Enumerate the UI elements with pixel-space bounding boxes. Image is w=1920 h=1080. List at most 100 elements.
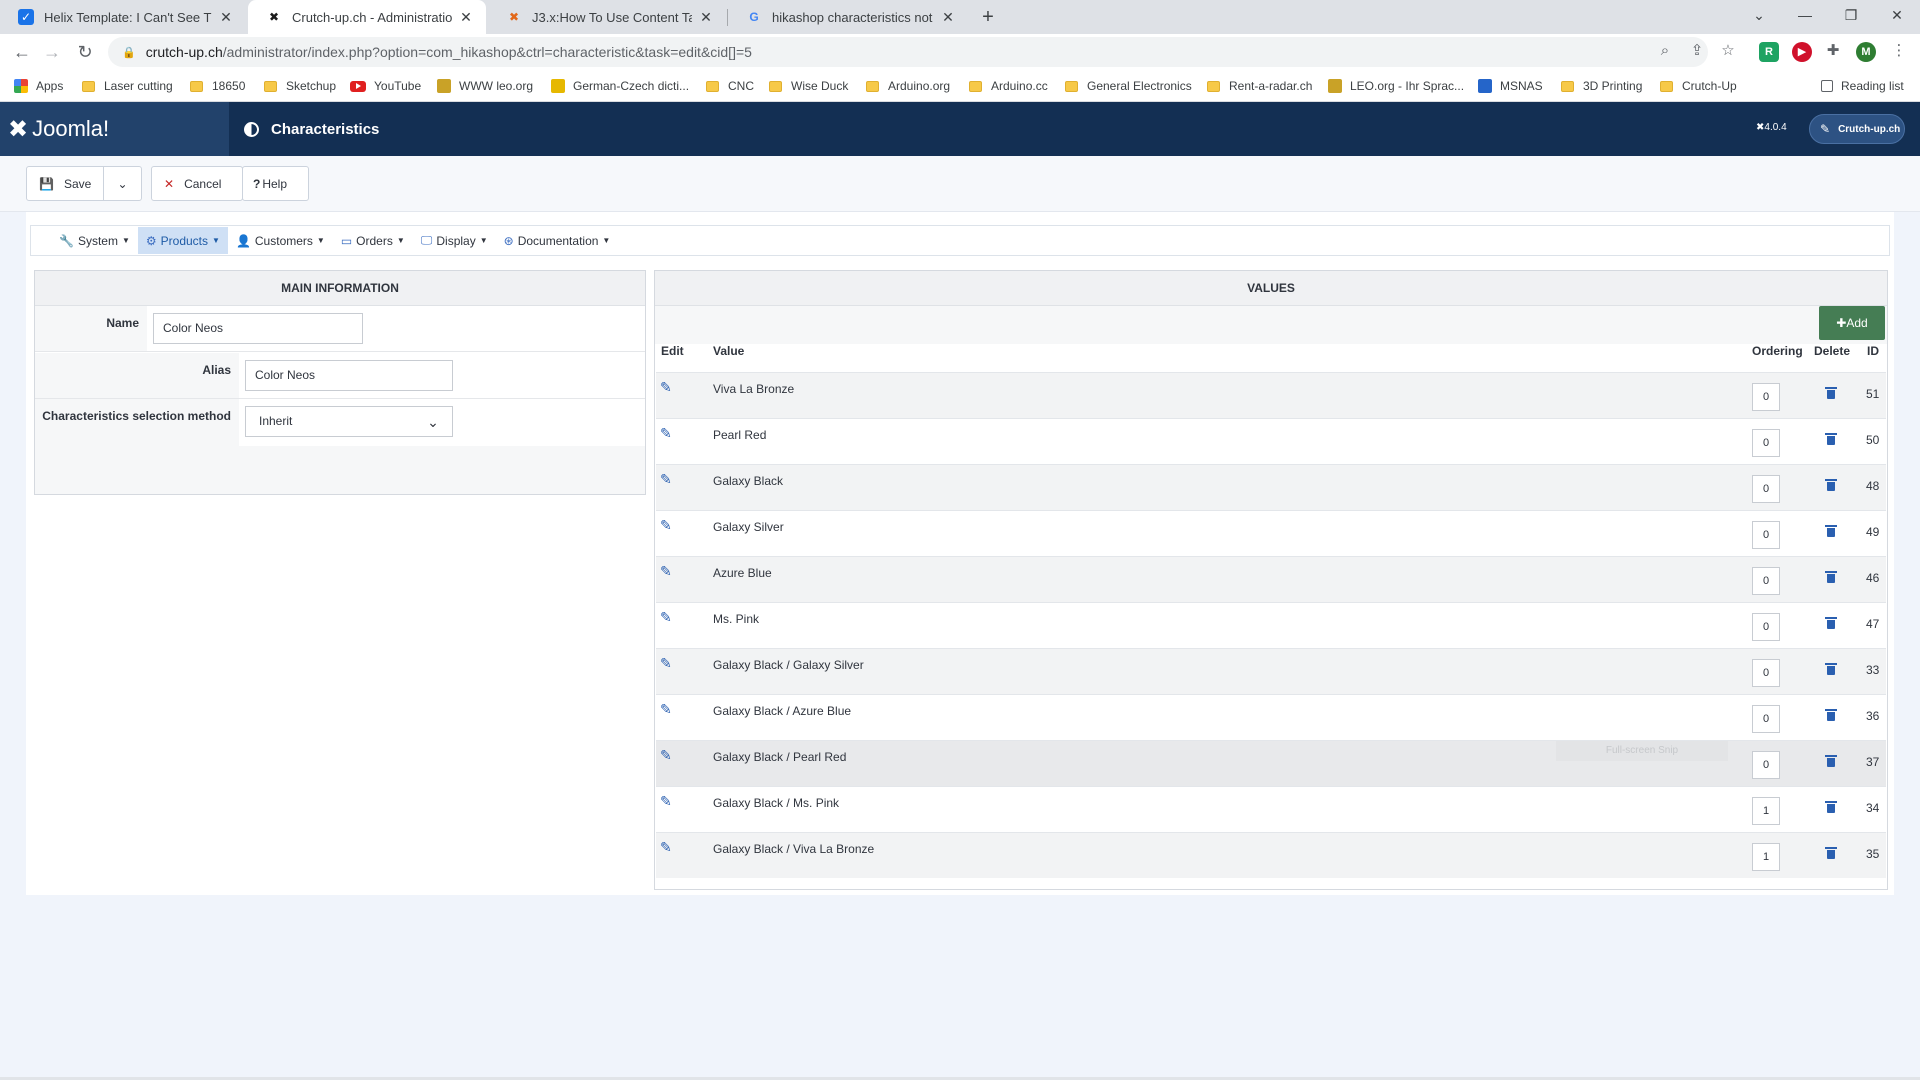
column-ordering[interactable]: Ordering [1752, 344, 1803, 358]
edit-pencil-icon[interactable]: ✎ [660, 701, 672, 718]
extension-r-icon[interactable]: R [1759, 42, 1779, 62]
value-id: 50 [1866, 433, 1880, 447]
browser-tab-google-search[interactable]: G hikashop characteristics not show ✕ [728, 0, 968, 34]
cancel-button[interactable]: ✕ Cancel [151, 166, 243, 201]
view-site-button[interactable]: ✎ Crutch-up.ch [1809, 114, 1905, 144]
browser-tab-helix[interactable]: ✓ Helix Template: I Can't See The N ✕ [0, 0, 246, 34]
bookmark-folder[interactable]: Rent-a-radar.ch [1207, 77, 1312, 95]
profile-avatar[interactable]: M [1856, 42, 1876, 62]
bookmark-leo-sprache[interactable]: LEO.org - Ihr Sprac... [1328, 77, 1464, 95]
column-edit: Edit [661, 344, 684, 358]
trash-icon[interactable] [1825, 801, 1837, 813]
close-tab-icon[interactable]: ✕ [940, 9, 956, 26]
trash-icon[interactable] [1825, 847, 1837, 859]
bookmark-msnas[interactable]: MSNAS [1478, 77, 1543, 95]
edit-pencil-icon[interactable]: ✎ [660, 563, 672, 580]
bookmark-folder[interactable]: 18650 [190, 77, 245, 95]
close-tab-icon[interactable]: ✕ [218, 9, 234, 26]
forward-arrow-icon[interactable]: → [38, 38, 66, 66]
ordering-input[interactable]: 0 [1752, 613, 1780, 641]
trash-icon[interactable] [1825, 755, 1837, 767]
share-icon[interactable]: ⇪ [1684, 38, 1710, 64]
edit-pencil-icon[interactable]: ✎ [660, 747, 672, 764]
tab-search-icon[interactable]: ⌄ [1736, 0, 1782, 30]
bookmark-folder[interactable]: Crutch-Up [1660, 77, 1737, 95]
bookmark-dictionary[interactable]: German-Czech dicti... [551, 77, 689, 95]
edit-pencil-icon[interactable]: ✎ [660, 517, 672, 534]
ordering-input[interactable]: 0 [1752, 659, 1780, 687]
folder-icon [866, 80, 879, 92]
table-row: ✎ Ms. Pink 0 47 [656, 602, 1886, 648]
bookmark-folder[interactable]: Arduino.cc [969, 77, 1048, 95]
edit-pencil-icon[interactable]: ✎ [660, 471, 672, 488]
bookmark-folder[interactable]: Arduino.org [866, 77, 950, 95]
trash-icon[interactable] [1825, 433, 1837, 445]
folder-icon [1207, 80, 1220, 92]
address-bar[interactable]: 🔒 crutch-up.ch/administrator/index.php?o… [108, 37, 1708, 67]
bookmark-folder[interactable]: Wise Duck [769, 77, 848, 95]
edit-pencil-icon[interactable]: ✎ [660, 609, 672, 626]
edit-pencil-icon[interactable]: ✎ [660, 839, 672, 856]
new-tab-button[interactable]: + [974, 4, 1002, 30]
bookmark-folder[interactable]: CNC [706, 77, 754, 95]
reading-list[interactable]: Reading list [1821, 77, 1904, 95]
close-tab-icon[interactable]: ✕ [458, 9, 474, 26]
name-input[interactable]: Color Neos [153, 313, 363, 344]
extensions-puzzle-icon[interactable]: ✚ [1820, 38, 1846, 64]
menu-customers[interactable]: 👤 Customers ▼ [228, 227, 333, 254]
trash-icon[interactable] [1825, 617, 1837, 629]
bookmark-star-icon[interactable]: ☆ [1715, 38, 1741, 64]
menu-documentation[interactable]: ⊛ Documentation ▼ [496, 227, 619, 254]
column-id[interactable]: ID [1867, 344, 1879, 358]
ordering-input[interactable]: 0 [1752, 429, 1780, 457]
bookmark-folder[interactable]: Laser cutting [82, 77, 173, 95]
bookmark-folder[interactable]: Sketchup [264, 77, 336, 95]
ordering-input[interactable]: 0 [1752, 475, 1780, 503]
browser-tab-crutch-admin[interactable]: ✖ Crutch-up.ch - Administration - C ✕ [248, 0, 486, 34]
joomla-logo[interactable]: ✖ Joomla! [0, 102, 229, 156]
ordering-input[interactable]: 0 [1752, 567, 1780, 595]
zoom-icon[interactable]: ⌕ [1652, 38, 1678, 64]
ordering-input[interactable]: 0 [1752, 383, 1780, 411]
ordering-input[interactable]: 0 [1752, 521, 1780, 549]
edit-pencil-icon[interactable]: ✎ [660, 425, 672, 442]
trash-icon[interactable] [1825, 571, 1837, 583]
trash-icon[interactable] [1825, 479, 1837, 491]
menu-system[interactable]: 🔧 System ▼ [51, 227, 138, 254]
menu-orders[interactable]: ▭ Orders ▼ [333, 227, 413, 254]
reload-icon[interactable]: ↻ [71, 38, 99, 66]
bookmark-leo[interactable]: WWW leo.org [437, 77, 533, 95]
minimize-icon[interactable]: — [1782, 0, 1828, 30]
help-button[interactable]: ? Help [242, 166, 309, 201]
ordering-input[interactable]: 1 [1752, 797, 1780, 825]
ordering-input[interactable]: 0 [1752, 751, 1780, 779]
edit-pencil-icon[interactable]: ✎ [660, 379, 672, 396]
bookmark-apps[interactable]: Apps [14, 77, 63, 95]
folder-icon [706, 80, 719, 92]
menu-products[interactable]: ⚙ Products ▼ [137, 227, 228, 254]
browser-tab-j3-tags[interactable]: ✖ J3.x:How To Use Content Tags in ✕ [488, 0, 726, 34]
selection-method-select[interactable]: Inherit ⌄ [245, 406, 453, 437]
trash-icon[interactable] [1825, 387, 1837, 399]
bookmark-folder[interactable]: 3D Printing [1561, 77, 1642, 95]
browser-menu-icon[interactable]: ⋮ [1886, 38, 1912, 64]
ordering-input[interactable]: 1 [1752, 843, 1780, 871]
close-tab-icon[interactable]: ✕ [698, 9, 714, 26]
restore-icon[interactable]: ❐ [1828, 0, 1874, 30]
trash-icon[interactable] [1825, 663, 1837, 675]
bookmark-youtube[interactable]: YouTube [350, 77, 421, 95]
trash-icon[interactable] [1825, 525, 1837, 537]
back-arrow-icon[interactable]: ← [8, 38, 36, 66]
ordering-input[interactable]: 0 [1752, 705, 1780, 733]
save-button[interactable]: 💾 Save [26, 166, 104, 201]
alias-input[interactable]: Color Neos [245, 360, 453, 391]
close-window-icon[interactable]: ✕ [1874, 0, 1920, 30]
menu-display[interactable]: 🖵 Display ▼ [413, 227, 496, 254]
add-value-button[interactable]: ✚Add [1819, 306, 1885, 340]
trash-icon[interactable] [1825, 709, 1837, 721]
bookmark-folder[interactable]: General Electronics [1065, 77, 1192, 95]
save-dropdown-button[interactable]: ⌄ [103, 166, 142, 201]
edit-pencil-icon[interactable]: ✎ [660, 655, 672, 672]
extension-record-icon[interactable]: ▶ [1792, 42, 1812, 62]
edit-pencil-icon[interactable]: ✎ [660, 793, 672, 810]
